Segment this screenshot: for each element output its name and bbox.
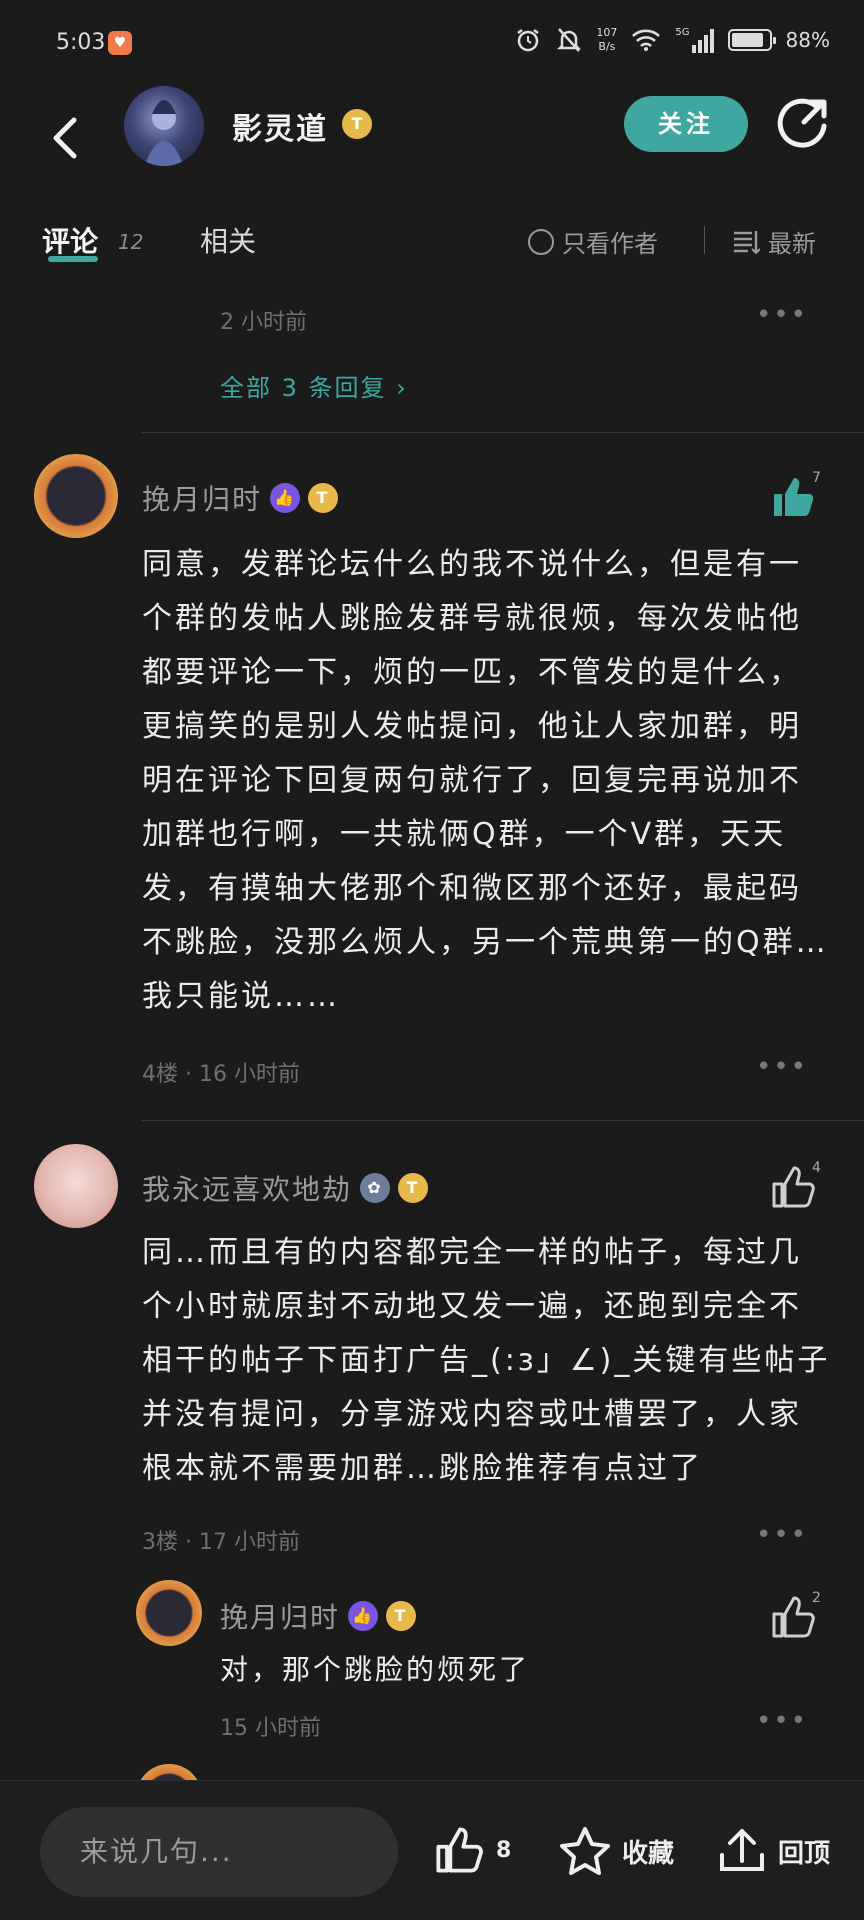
comment-divider bbox=[142, 432, 864, 433]
share-button[interactable] bbox=[774, 96, 830, 152]
favorite-label: 收藏 bbox=[622, 1838, 675, 1869]
comment-meta: 3楼 · 17 小时前 bbox=[142, 1530, 300, 1555]
app-notification-icon: ♥ bbox=[108, 31, 132, 55]
like-button[interactable]: 4 bbox=[770, 1160, 821, 1214]
thumbs-up-filled-icon bbox=[774, 478, 814, 516]
battery-icon bbox=[727, 29, 776, 51]
commenter-name[interactable]: 我永远喜欢地劫 bbox=[142, 1168, 352, 1208]
comment-divider bbox=[142, 1120, 864, 1121]
comment-text: 同…而且有的内容都完全一样的帖子，每过几个小时就原封不动地又发一遍，还跑到完全不… bbox=[142, 1235, 831, 1486]
commenter-avatar[interactable] bbox=[34, 1144, 118, 1228]
reply-like-button[interactable]: 2 bbox=[770, 1590, 821, 1644]
share-icon bbox=[777, 98, 827, 148]
cellular-signal: 5G bbox=[675, 27, 714, 53]
like-post-button[interactable]: 8 bbox=[432, 1825, 511, 1875]
view-all-replies-link[interactable]: 全部 3 条回复 › bbox=[220, 368, 408, 403]
thumbs-up-icon bbox=[772, 1596, 815, 1638]
more-options-icon[interactable]: ••• bbox=[756, 1520, 808, 1550]
comment-tabs: 评论 12 相关 只看作者 最新 bbox=[0, 214, 864, 270]
bottom-action-bar: 来说几句... 8 收藏 回顶 bbox=[0, 1780, 864, 1920]
comment-count: 12 bbox=[118, 230, 144, 254]
sort-button[interactable]: 最新 bbox=[732, 224, 816, 259]
like-count: 2 bbox=[812, 1590, 821, 1606]
comment-meta: 4楼 · 16 小时前 bbox=[142, 1062, 300, 1087]
favorite-button[interactable]: 收藏 bbox=[558, 1825, 674, 1877]
network-speed: 107 B/s bbox=[596, 26, 617, 54]
back-to-top-label: 回顶 bbox=[778, 1838, 831, 1869]
level-badge-icon: T bbox=[386, 1601, 417, 1631]
level-badge-icon: T bbox=[308, 483, 339, 513]
comment-input[interactable]: 来说几句... bbox=[40, 1807, 398, 1897]
prev-comment-time: 2 小时前 bbox=[220, 310, 307, 335]
alarm-icon bbox=[517, 29, 540, 52]
commenter-avatar[interactable] bbox=[34, 454, 118, 538]
like-count: 4 bbox=[812, 1160, 821, 1176]
battery-percent: 88% bbox=[785, 28, 830, 52]
wifi-icon bbox=[632, 29, 661, 51]
status-bar: 5:03 ♥ 107 B/s 5G 88% bbox=[0, 0, 864, 86]
status-time: 5:03 bbox=[56, 30, 106, 55]
back-button[interactable] bbox=[40, 100, 90, 170]
level-badge-icon: T bbox=[398, 1173, 429, 1203]
mute-bell-icon bbox=[557, 28, 582, 52]
thumb-badge-icon: 👍 bbox=[270, 483, 301, 513]
tab-divider bbox=[704, 226, 705, 254]
tab-related[interactable]: 相关 bbox=[200, 220, 256, 260]
speed-value: 107 bbox=[596, 26, 618, 39]
flower-badge-icon: ✿ bbox=[360, 1173, 391, 1203]
post-like-count: 8 bbox=[496, 1837, 512, 1863]
reply-time: 15 小时前 bbox=[220, 1716, 321, 1741]
thumbs-up-icon bbox=[772, 1166, 815, 1208]
battery-fill bbox=[731, 33, 764, 47]
more-options-icon[interactable]: ••• bbox=[756, 1052, 808, 1082]
signal-type: 5G bbox=[675, 27, 690, 38]
sort-label: 最新 bbox=[768, 230, 816, 258]
author-name[interactable]: 影灵道 bbox=[232, 104, 328, 148]
like-count: 7 bbox=[812, 470, 821, 486]
comment-text: 同意，发群论坛什么的我不说什么，但是有一个群的发帖人跳脸发群号就很烦，每次发帖他… bbox=[142, 547, 829, 1014]
star-icon bbox=[560, 1827, 610, 1875]
like-button[interactable]: 7 bbox=[770, 470, 821, 524]
back-to-top-button[interactable]: 回顶 bbox=[716, 1825, 830, 1877]
tab-comments[interactable]: 评论 bbox=[42, 220, 98, 260]
only-author-label: 只看作者 bbox=[562, 230, 658, 258]
active-tab-indicator bbox=[48, 256, 98, 262]
more-options-icon[interactable]: ••• bbox=[756, 1706, 808, 1736]
sort-list-icon bbox=[734, 230, 760, 254]
follow-button[interactable]: 关注 bbox=[624, 96, 748, 152]
radio-circle-icon bbox=[528, 228, 554, 255]
reply-text: 对，那个跳脸的烦死了 bbox=[220, 1653, 531, 1686]
speed-unit: B/s bbox=[598, 40, 616, 53]
reply-avatar[interactable] bbox=[136, 1580, 202, 1646]
author-avatar[interactable] bbox=[124, 86, 204, 166]
level-badge-icon: T bbox=[342, 109, 372, 139]
commenter-name-row: 我永远喜欢地劫 ✿ T bbox=[142, 1168, 429, 1208]
only-author-toggle[interactable]: 只看作者 bbox=[528, 224, 658, 259]
more-options-icon[interactable]: ••• bbox=[756, 300, 808, 330]
commenter-name[interactable]: 挽月归时 bbox=[142, 478, 262, 518]
thumb-badge-icon: 👍 bbox=[348, 1601, 379, 1631]
arrow-up-icon bbox=[720, 1829, 764, 1871]
thumbs-up-icon bbox=[436, 1827, 483, 1873]
chevron-left-icon bbox=[53, 117, 77, 159]
reply-name[interactable]: 挽月归时 bbox=[220, 1596, 340, 1636]
reply-name-row: 挽月归时 👍 T bbox=[220, 1596, 417, 1636]
status-icons: 107 B/s 5G 88% bbox=[514, 26, 830, 54]
commenter-name-row: 挽月归时 👍 T bbox=[142, 478, 339, 518]
